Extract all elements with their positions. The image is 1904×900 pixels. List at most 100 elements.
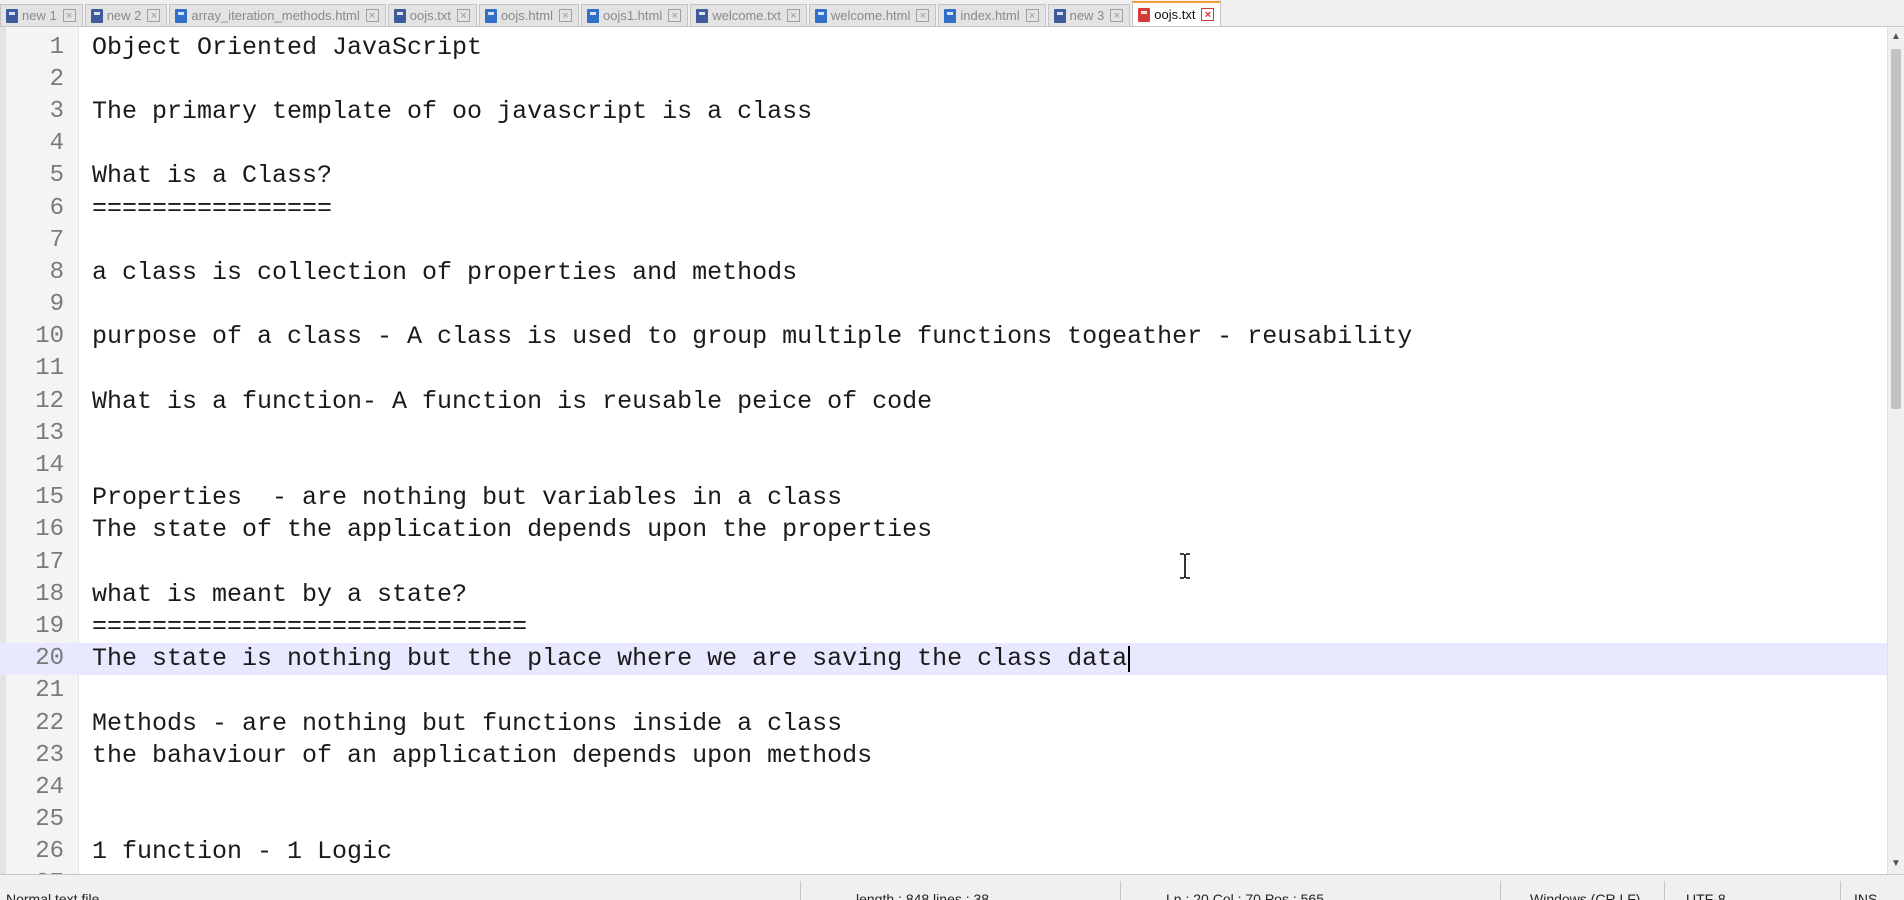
- html-file-icon: [944, 8, 957, 23]
- line-number: 25: [35, 806, 64, 834]
- tab-bar: new 1 × new 2 × array_iteration_methods.html…: [0, 0, 1904, 27]
- tab-array-iteration-methods-html[interactable]: array_iteration_methods.html ×: [169, 4, 386, 26]
- line-number: 2: [49, 65, 64, 93]
- close-tab-icon[interactable]: ×: [1201, 8, 1215, 21]
- line-number: 18: [35, 580, 64, 608]
- line-text[interactable]: The primary template of oo javascript is…: [92, 97, 812, 126]
- tab-new-2[interactable]: new 2 ×: [84, 4, 168, 26]
- eol-format-label[interactable]: Windows (CR LF): [1530, 891, 1640, 900]
- line-number: 19: [35, 612, 64, 640]
- tab-welcome-txt[interactable]: welcome.txt ×: [690, 4, 807, 26]
- file-type-label: Normal text file: [6, 891, 100, 900]
- line-text[interactable]: the bahaviour of an application depends …: [92, 741, 872, 770]
- tab-oojs-txt[interactable]: oojs.txt ×: [1132, 1, 1222, 26]
- editor-line[interactable]: 8 a class is collection of properties and…: [0, 256, 1888, 288]
- text-editor[interactable]: 1 Object Oriented JavaScript 2 3 The primary…: [0, 27, 1904, 874]
- line-content: The state is nothing but the place where…: [92, 644, 1128, 674]
- editor-line[interactable]: 22 Methods - are nothing but functions in…: [0, 707, 1888, 739]
- scroll-up-icon[interactable]: ▲: [1888, 29, 1904, 45]
- insert-mode-label[interactable]: INS: [1854, 891, 1877, 900]
- line-text[interactable]: purpose of a class - A class is used to …: [92, 322, 1412, 351]
- editor-line[interactable]: 9: [0, 289, 1888, 321]
- line-content: Object Oriented JavaScript: [92, 32, 483, 62]
- close-tab-icon[interactable]: ×: [558, 9, 572, 22]
- tab-label: welcome.txt: [712, 8, 781, 23]
- tab-index-html[interactable]: index.html ×: [938, 4, 1046, 26]
- line-number: 14: [35, 452, 64, 480]
- line-content: What is a function- A function is reusab…: [92, 386, 933, 416]
- tab-label: array_iteration_methods.html: [191, 8, 360, 23]
- close-tab-icon[interactable]: ×: [147, 9, 161, 22]
- editor-line[interactable]: 4: [0, 128, 1888, 160]
- close-tab-icon[interactable]: ×: [62, 9, 76, 22]
- tab-new-3[interactable]: new 3 ×: [1047, 4, 1131, 26]
- close-tab-icon[interactable]: ×: [365, 9, 379, 22]
- scrollbar-thumb[interactable]: [1891, 49, 1901, 409]
- editor-line[interactable]: 11: [0, 353, 1888, 385]
- scroll-down-icon[interactable]: ▼: [1888, 856, 1904, 872]
- line-text[interactable]: Methods - are nothing but functions insi…: [92, 709, 842, 738]
- line-text[interactable]: The state is nothing but the place where…: [92, 644, 1131, 674]
- line-number: 16: [35, 516, 64, 544]
- line-text[interactable]: ================: [92, 194, 332, 223]
- line-text[interactable]: what is meant by a state?: [92, 580, 467, 609]
- tab-oojs1-html[interactable]: oojs1.html ×: [580, 4, 689, 26]
- editor-line[interactable]: 21: [0, 675, 1888, 707]
- line-number: 1: [49, 33, 64, 61]
- editor-line[interactable]: 15 Properties - are nothing but variables…: [0, 482, 1888, 514]
- tab-oojs-html[interactable]: oojs.html ×: [478, 4, 579, 26]
- line-text[interactable]: Properties - are nothing but variables i…: [92, 483, 842, 512]
- cursor-position-label: Ln : 20 Col : 70 Pos : 565: [1166, 891, 1324, 900]
- line-text[interactable]: The state of the application depends upo…: [92, 515, 932, 544]
- editor-line[interactable]: 17: [0, 546, 1888, 578]
- editor-line[interactable]: 14: [0, 449, 1888, 481]
- text-cursor-icon: [1180, 553, 1190, 579]
- editor-line[interactable]: 2: [0, 63, 1888, 95]
- line-number: 10: [35, 323, 64, 351]
- line-number: 5: [49, 162, 64, 190]
- editor-line[interactable]: 7: [0, 224, 1888, 256]
- line-text[interactable]: Object Oriented JavaScript: [92, 33, 482, 62]
- line-text[interactable]: What is a function- A function is reusab…: [92, 387, 932, 416]
- line-text[interactable]: 1 function - 1 Logic: [92, 837, 392, 866]
- line-content: the bahaviour of an application depends …: [92, 740, 873, 770]
- close-tab-icon[interactable]: ×: [916, 9, 930, 22]
- file-icon: [696, 8, 709, 23]
- line-text[interactable]: What is a Class?: [92, 161, 332, 190]
- editor-line[interactable]: 25: [0, 804, 1888, 836]
- editor-line[interactable]: 19 =============================: [0, 610, 1888, 642]
- editor-line[interactable]: 16 The state of the application depends u…: [0, 514, 1888, 546]
- editor-line[interactable]: 24: [0, 771, 1888, 803]
- line-content: purpose of a class - A class is used to …: [92, 322, 1413, 352]
- close-tab-icon[interactable]: ×: [786, 9, 800, 22]
- line-text[interactable]: a class is collection of properties and …: [92, 258, 797, 287]
- editor-line[interactable]: 23 the bahaviour of an application depend…: [0, 739, 1888, 771]
- editor-line[interactable]: 12 What is a function- A function is reus…: [0, 385, 1888, 417]
- tab-new-1[interactable]: new 1 ×: [0, 4, 83, 26]
- editor-line[interactable]: 13: [0, 417, 1888, 449]
- current-line[interactable]: 20 The state is nothing but the place whe…: [0, 642, 1888, 675]
- tab-welcome-html[interactable]: welcome.html ×: [808, 4, 937, 26]
- editor-line[interactable]: 1 Object Oriented JavaScript: [0, 31, 1888, 63]
- encoding-label[interactable]: UTF-8: [1686, 891, 1726, 900]
- close-tab-icon[interactable]: ×: [1110, 9, 1124, 22]
- tab-label: index.html: [960, 8, 1020, 23]
- editor-line[interactable]: 6 ================: [0, 192, 1888, 224]
- vertical-scrollbar[interactable]: ▲ ▼: [1887, 27, 1904, 874]
- tab-oojs-txt[interactable]: oojs.txt ×: [387, 4, 477, 26]
- close-tab-icon[interactable]: ×: [1025, 9, 1039, 22]
- editor-line[interactable]: 5 What is a Class?: [0, 160, 1888, 192]
- line-content: The primary template of oo javascript is…: [92, 96, 813, 126]
- line-number: 6: [49, 194, 64, 222]
- editor-line[interactable]: 10 purpose of a class - A class is used t…: [0, 321, 1888, 353]
- line-text[interactable]: =============================: [92, 612, 527, 641]
- file-icon: [6, 8, 18, 23]
- editor-line[interactable]: 18 what is meant by a state?: [0, 578, 1888, 610]
- close-tab-icon[interactable]: ×: [668, 9, 682, 22]
- editor-lines[interactable]: 1 Object Oriented JavaScript 2 3 The primary…: [0, 31, 1888, 874]
- line-number: 21: [35, 677, 64, 705]
- editor-line[interactable]: 3 The primary template of oo javascript i…: [0, 95, 1888, 127]
- close-tab-icon[interactable]: ×: [456, 9, 470, 22]
- line-number: 20: [35, 645, 64, 673]
- editor-line[interactable]: 26 1 function - 1 Logic: [0, 836, 1888, 868]
